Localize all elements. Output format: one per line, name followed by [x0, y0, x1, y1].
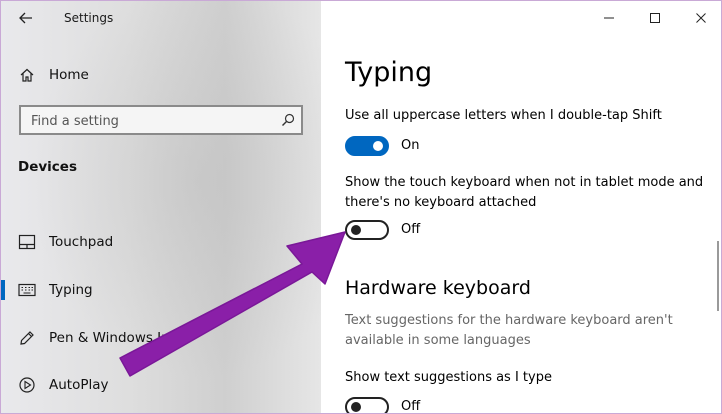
uppercase-setting-label: Use all uppercase letters when I double-…	[345, 108, 662, 123]
touchpad-icon	[18, 233, 36, 251]
text-suggestions-setting-label: Show text suggestions as I type	[345, 370, 552, 385]
minimize-icon	[604, 17, 614, 19]
page-title: Typing	[345, 57, 433, 88]
touch-keyboard-setting-label: Show the touch keyboard when not in tabl…	[345, 175, 704, 210]
sidebar: Settings Home Devices	[1, 1, 321, 413]
selection-indicator	[1, 280, 5, 300]
sidebar-item-label: AutoPlay	[49, 377, 109, 393]
search-box[interactable]	[19, 105, 303, 135]
text-suggestions-toggle-state: Off	[401, 399, 421, 414]
sidebar-item-label: Pen & Windows Ink	[49, 330, 178, 346]
uppercase-toggle[interactable]	[345, 136, 389, 156]
home-icon	[18, 66, 36, 84]
close-button[interactable]	[678, 1, 721, 35]
maximize-icon	[650, 13, 660, 23]
sidebar-item-typing[interactable]: Typing	[1, 272, 321, 308]
toggle-knob	[351, 225, 361, 235]
sidebar-item-label: Typing	[49, 282, 93, 298]
touch-keyboard-toggle-state: Off	[401, 222, 421, 237]
scrollbar-thumb[interactable]	[717, 241, 719, 311]
close-icon	[696, 13, 706, 23]
title-bar: Settings	[1, 1, 321, 35]
toggle-knob	[351, 402, 361, 412]
search-input[interactable]	[29, 111, 283, 131]
back-arrow-icon	[19, 12, 32, 24]
sidebar-item-pen[interactable]: Pen & Windows Ink	[1, 320, 321, 356]
hardware-keyboard-description: Text suggestions for the hardware keyboa…	[345, 313, 673, 348]
touch-keyboard-toggle[interactable]	[345, 220, 389, 240]
app-title: Settings	[64, 11, 114, 25]
autoplay-icon	[18, 376, 36, 394]
toggle-knob	[373, 141, 383, 151]
back-button[interactable]	[13, 7, 39, 29]
minimize-button[interactable]	[586, 1, 632, 35]
pen-icon	[18, 329, 36, 347]
sidebar-item-label: Touchpad	[49, 234, 114, 250]
section-title-devices: Devices	[18, 159, 77, 175]
hardware-keyboard-heading: Hardware keyboard	[345, 277, 531, 299]
uppercase-toggle-state: On	[401, 138, 420, 153]
keyboard-icon	[18, 281, 36, 299]
sidebar-item-touchpad[interactable]: Touchpad	[1, 224, 321, 260]
maximize-button[interactable]	[632, 1, 678, 35]
settings-window: Settings Home Devices	[0, 0, 722, 414]
search-icon[interactable]	[281, 113, 295, 127]
text-suggestions-toggle[interactable]	[345, 397, 389, 413]
sidebar-item-autoplay[interactable]: AutoPlay	[1, 367, 321, 403]
main-content: Typing Use all uppercase letters when I …	[321, 1, 721, 413]
nav-home[interactable]: Home	[1, 57, 321, 93]
nav-home-label: Home	[49, 67, 89, 83]
